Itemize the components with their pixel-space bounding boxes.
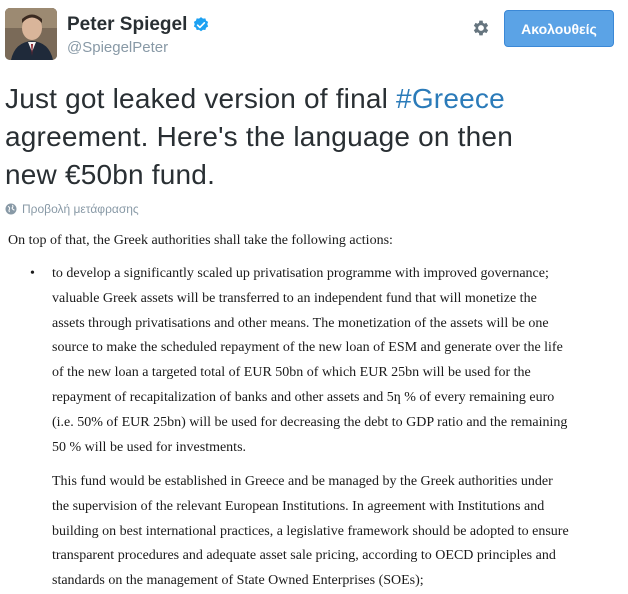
document-line: This fund would be established in Greece… [52, 474, 553, 489]
user-names: Peter Spiegel @SpiegelPeter [67, 13, 210, 57]
bullet-marker: • [30, 266, 35, 281]
tweet-text-line3: new €50bn fund. [5, 159, 216, 190]
tweet-text-line2: agreement. Here's the language on then [5, 121, 513, 152]
document-line: standards on the management of State Own… [52, 573, 424, 589]
document-line: 50 % will be used for investments. [52, 439, 247, 455]
bullet-text: to develop a significantly scaled up pri… [52, 262, 567, 460]
avatar[interactable] [5, 8, 57, 60]
translate-label: Προβολή μετάφρασης [22, 202, 139, 216]
document-line: source to make the scheduled repayment o… [52, 340, 563, 356]
document-paragraph: This fund would be established in Greece… [52, 470, 569, 594]
user-fullname[interactable]: Peter Spiegel [67, 13, 187, 37]
tweet-header: Peter Spiegel @SpiegelPeter Ακολουθείς [0, 0, 628, 72]
leaked-document-image[interactable]: On top of that, the Greek authorities sh… [0, 222, 628, 594]
document-line: building on best international practices… [52, 523, 569, 539]
document-line: valuable Greek assets will be transferre… [52, 290, 537, 306]
user-handle[interactable]: @SpiegelPeter [67, 39, 210, 57]
verified-badge-icon [194, 17, 209, 32]
tweet-text-part: Just got leaked version of final [5, 83, 397, 114]
document-line: repayment of recapitalization of banks a… [52, 389, 555, 405]
document-line: of the new loan a targeted total of EUR … [52, 365, 531, 381]
document-line: assets through privatisations and other … [52, 315, 549, 331]
follow-button[interactable]: Ακολουθείς [504, 10, 614, 47]
tweet-text: Just got leaked version of final #Greece… [5, 80, 620, 194]
document-line: (i.e. 50% of EUR 25bn) will be used for … [52, 414, 568, 430]
document-line: transparent procedures and adequate asse… [52, 548, 556, 564]
globe-icon [5, 203, 17, 215]
translate-link[interactable]: Προβολή μετάφρασης [5, 202, 139, 216]
document-line: the supervision of the relevant European… [52, 498, 545, 514]
document-intro: On top of that, the Greek authorities sh… [8, 233, 393, 248]
fullname-row: Peter Spiegel [67, 13, 210, 37]
hashtag-link[interactable]: #Greece [396, 83, 505, 114]
document-line: to develop a significantly scaled up pri… [52, 266, 549, 281]
gear-icon[interactable] [471, 18, 491, 38]
avatar-photo [5, 8, 57, 60]
